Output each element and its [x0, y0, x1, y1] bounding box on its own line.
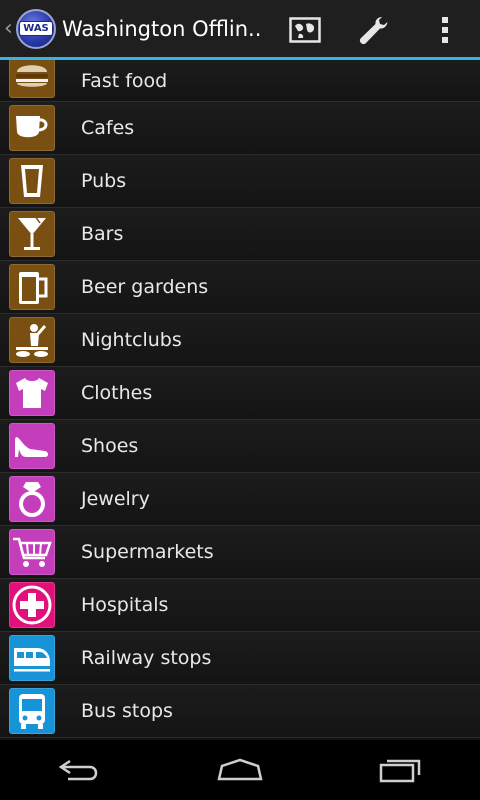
list-item-nightclubs[interactable]: Nightclubs	[0, 314, 480, 367]
list-item-label: Nightclubs	[81, 329, 182, 351]
list-item-label: Hospitals	[81, 594, 169, 616]
list-item-cafes[interactable]: Cafes	[0, 102, 480, 155]
app-logo-text: WAS	[19, 21, 53, 36]
list-item-label: Cafes	[81, 117, 135, 139]
cocktail-glass-icon	[9, 211, 55, 257]
back-icon	[58, 759, 98, 781]
wrench-icon	[359, 16, 388, 45]
list-item-label: Bars	[81, 223, 124, 245]
list-item-supermarkets[interactable]: Supermarkets	[0, 526, 480, 579]
burger-icon	[9, 60, 55, 98]
shopping-cart-icon	[9, 529, 55, 575]
list-item-label: Fast food	[81, 69, 168, 92]
dj-icon	[9, 317, 55, 363]
recents-icon	[379, 759, 421, 783]
list-item-pubs[interactable]: Pubs	[0, 155, 480, 208]
recents-button[interactable]	[350, 740, 450, 800]
home-button[interactable]	[190, 740, 290, 800]
overflow-menu-icon	[442, 17, 448, 43]
pint-glass-icon	[9, 158, 55, 204]
beer-mug-icon	[9, 264, 55, 310]
back-button[interactable]	[30, 740, 130, 800]
app-logo: WAS	[16, 8, 56, 49]
list-item-bus-stops[interactable]: Bus stops	[0, 685, 480, 738]
settings-button[interactable]	[340, 0, 410, 60]
list-item-label: Clothes	[81, 382, 153, 404]
list-item-hospitals[interactable]: Hospitals	[0, 579, 480, 632]
medical-cross-icon	[9, 582, 55, 628]
list-item-label: Beer gardens	[81, 276, 209, 298]
list-item-shoes[interactable]: Shoes	[0, 420, 480, 473]
home-icon	[217, 758, 263, 781]
app-title: Washington Offlin...	[62, 16, 262, 41]
train-icon	[9, 635, 55, 681]
up-caret-icon: ‹	[4, 15, 13, 41]
ring-icon	[9, 476, 55, 522]
list-item-label: Jewelry	[81, 488, 150, 510]
tshirt-icon	[9, 370, 55, 416]
list-item-label: Pubs	[81, 170, 127, 192]
list-item-label: Railway stops	[81, 647, 212, 669]
map-button[interactable]	[270, 0, 340, 60]
action-bar: ‹ WAS Washington Offlin...	[0, 0, 480, 60]
list-item-label: Shoes	[81, 435, 139, 457]
list-item-jewelry[interactable]: Jewelry	[0, 473, 480, 526]
app-home-button[interactable]: ‹ WAS	[0, 0, 56, 59]
map-icon	[289, 17, 321, 43]
bus-icon	[9, 688, 55, 734]
list-item-label: Supermarkets	[81, 541, 214, 563]
navigation-bar	[0, 740, 480, 800]
category-list: Fast food Cafes Pubs Bars Beer gardens N…	[0, 60, 480, 740]
high-heel-icon	[9, 423, 55, 469]
list-item-fast-food[interactable]: Fast food	[0, 60, 480, 102]
list-item-beer-gardens[interactable]: Beer gardens	[0, 261, 480, 314]
overflow-menu-button[interactable]	[410, 0, 480, 60]
list-item-clothes[interactable]: Clothes	[0, 367, 480, 420]
list-item-railway-stops[interactable]: Railway stops	[0, 632, 480, 685]
list-item-label: Bus stops	[81, 700, 173, 722]
coffee-cup-icon	[9, 105, 55, 151]
screen: ‹ WAS Washington Offlin... Fast food Caf…	[0, 0, 480, 800]
list-item-bars[interactable]: Bars	[0, 208, 480, 261]
